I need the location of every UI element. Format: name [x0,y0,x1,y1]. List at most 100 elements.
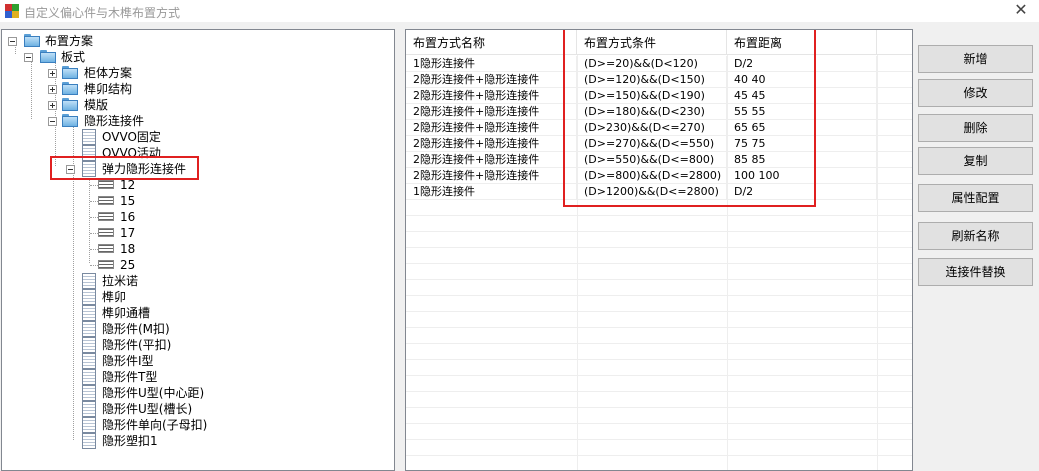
folder-icon [62,98,78,112]
tree-label: 隐形连接件 [84,114,145,128]
tree-line [90,249,98,250]
tree-node-size-item[interactable]: 18 [90,241,170,257]
tree-label: 18 [120,242,136,256]
tree-label: 榫卯结构 [84,82,133,96]
tree-node-root[interactable]: 布置方案 [8,33,128,49]
file-icon [82,337,96,353]
header-layout-name[interactable]: 布置方式名称 [406,30,577,55]
file-icon [82,273,96,289]
tree-node-size-item[interactable]: 15 [90,193,170,209]
empty-row [406,344,912,360]
folder-icon [62,66,78,80]
tree-label: 隐形塑扣1 [102,434,158,448]
app-icon [5,4,19,18]
tree-label: 布置方案 [45,34,94,48]
empty-row [406,408,912,424]
tree-node-size-item[interactable]: 16 [90,209,170,225]
tree-node-mortise-structure[interactable]: 榫卯结构 [48,81,168,97]
tree-label: 17 [120,226,136,240]
panel-item-icon [98,244,114,253]
empty-row [406,312,912,328]
tree-node-other[interactable]: 隐形件U型(槽长) [82,401,282,417]
tree-label: 25 [120,258,136,272]
delete-button[interactable]: 删除 [918,114,1033,142]
file-icon [82,401,96,417]
tree-node-size-item[interactable]: 25 [90,257,170,273]
collapse-icon[interactable] [8,37,17,46]
tree-line [90,233,98,234]
tree-label: 隐形件U型(中心距) [102,386,205,400]
cell-name: 2隐形连接件+隐形连接件 [406,136,577,152]
folder-icon [62,82,78,96]
tree-line [90,217,98,218]
empty-row [406,248,912,264]
tree-line [90,185,98,186]
modify-button[interactable]: 修改 [918,79,1033,107]
tree-label: 15 [120,194,136,208]
folder-icon [40,50,56,64]
tree-label: 16 [120,210,136,224]
tree-node-template[interactable]: 模版 [48,97,168,113]
tree-node-other[interactable]: 榫卯 [82,289,282,305]
empty-row [406,232,912,248]
tree-label: 隐形件(平扣) [102,338,172,352]
empty-row [406,456,912,470]
empty-row [406,424,912,440]
empty-row [406,216,912,232]
tree-node-other[interactable]: 隐形件T型 [82,369,282,385]
tree-node-other[interactable]: 拉米诺 [82,273,282,289]
empty-row [406,376,912,392]
property-config-button[interactable]: 属性配置 [918,184,1033,212]
tree-node-board-style[interactable]: 板式 [24,49,144,65]
empty-row [406,440,912,456]
cell-name: 2隐形连接件+隐形连接件 [406,88,577,104]
file-icon [82,129,96,145]
collapse-icon[interactable] [24,53,33,62]
tree-node-other[interactable]: 隐形件U型(中心距) [82,385,282,401]
cell-name: 2隐形连接件+隐形连接件 [406,168,577,184]
cell-name: 1隐形连接件 [406,56,577,72]
tree-label: 柜体方案 [84,66,133,80]
expand-icon[interactable] [48,85,57,94]
title-bar: 自定义偏心件与木榫布置方式 ✕ [0,0,1039,22]
file-icon [82,433,96,449]
tree-node-cabinet-plan[interactable]: 柜体方案 [48,65,168,81]
tree-node-other[interactable]: 隐形件单向(子母扣) [82,417,282,433]
tree-node-other[interactable]: 隐形件(平扣) [82,337,282,353]
expand-icon[interactable] [48,69,57,78]
cell-name: 2隐形连接件+隐形连接件 [406,152,577,168]
cell-name: 2隐形连接件+隐形连接件 [406,120,577,136]
tree-label: 隐形件T型 [102,370,158,384]
close-button[interactable]: ✕ [1003,0,1039,22]
refresh-name-button[interactable]: 刷新名称 [918,222,1033,250]
panel-item-icon [98,212,114,221]
tree-label: 隐形件U型(槽长) [102,402,193,416]
collapse-icon[interactable] [48,117,57,126]
tree-node-other[interactable]: 隐形塑扣1 [82,433,282,449]
add-button[interactable]: 新增 [918,45,1033,73]
tree-node-other[interactable]: 隐形件I型 [82,353,282,369]
tree-view[interactable]: 布置方案 板式 柜体方案 榫卯结构 模版 隐形连接件 OVVO固定 OVVO活动 [1,29,395,471]
tree-label: 隐形件I型 [102,354,154,368]
tree-node-size-item[interactable]: 17 [90,225,170,241]
folder-icon [24,34,40,48]
tree-node-hidden-connector[interactable]: 隐形连接件 [48,113,188,129]
expand-icon[interactable] [48,101,57,110]
file-icon [82,417,96,433]
copy-button[interactable]: 复制 [918,147,1033,175]
empty-row [406,328,912,344]
tree-node-size-item[interactable]: 12 [90,177,170,193]
tree-label: 拉米诺 [102,274,139,288]
cell-name: 1隐形连接件 [406,184,577,200]
tree-node-ovvo-fixed[interactable]: OVVO固定 [82,129,222,145]
tree-node-other[interactable]: 榫卯通槽 [82,305,282,321]
connector-replace-button[interactable]: 连接件替换 [918,258,1033,286]
window-title: 自定义偏心件与木榫布置方式 [24,6,181,20]
tree-line [90,265,98,266]
layout-grid[interactable]: 布置方式名称 布置方式条件 布置距离 1隐形连接件 (D>=20)&&(D<12… [405,29,913,471]
tree-node-other[interactable]: 隐形件(M扣) [82,321,282,337]
empty-row [406,392,912,408]
empty-row [406,264,912,280]
file-icon [82,369,96,385]
tree-label: 12 [120,178,136,192]
